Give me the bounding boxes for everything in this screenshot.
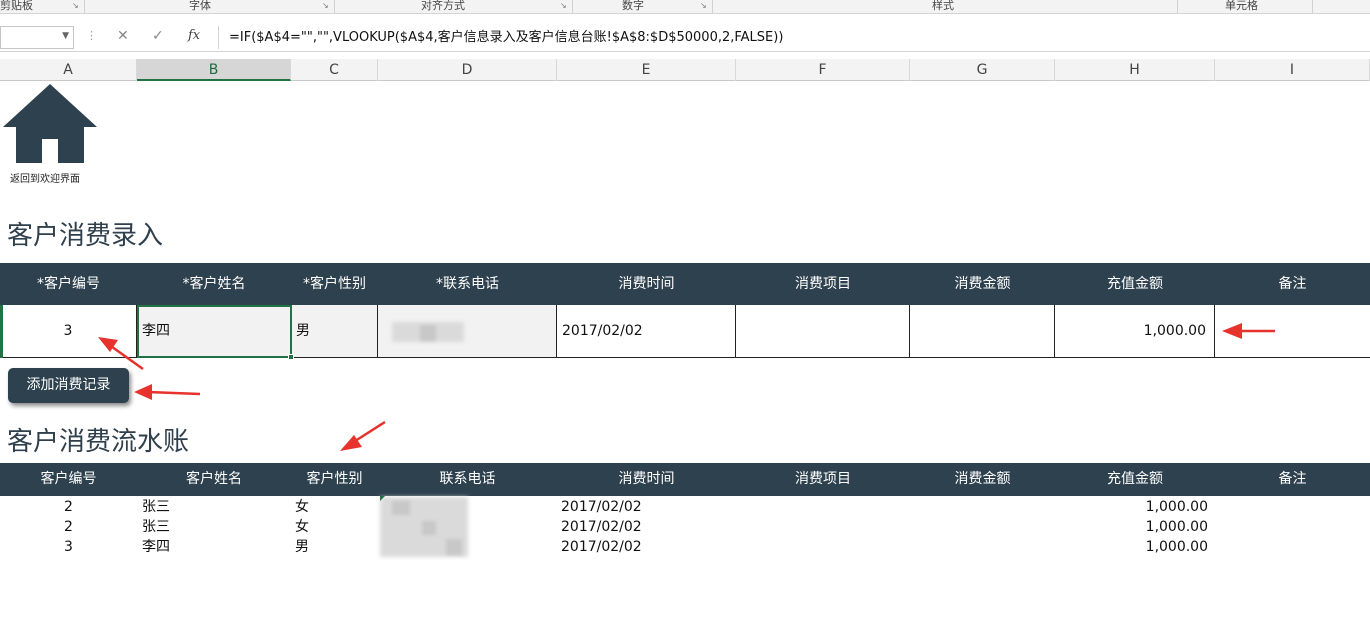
ribbon-group-label: 样式 bbox=[932, 0, 954, 12]
column-headers: A B C D E F G H I bbox=[0, 59, 1370, 81]
table-row: 3 李四 男 2017/02/02 1,000.00 bbox=[0, 537, 1370, 557]
ledger-id-cell[interactable]: 3 bbox=[0, 537, 137, 557]
ribbon-group-clipboard: 剪贴板 ↘ bbox=[0, 0, 85, 13]
ledger-recharge-cell[interactable]: 1,000.00 bbox=[1055, 537, 1208, 557]
worksheet: 返回到欢迎界面 客户消费录入 *客户编号 *客户姓名 *客户性别 *联系电话 消… bbox=[0, 81, 1370, 617]
entry-section-title: 客户消费录入 bbox=[7, 221, 164, 251]
column-header-h[interactable]: H bbox=[1055, 59, 1215, 81]
more-options-icon[interactable]: ⋮ bbox=[86, 29, 97, 42]
ledger-header-cell: 消费时间 bbox=[618, 471, 675, 487]
ribbon-group-label: 对齐方式 bbox=[421, 0, 465, 12]
name-box[interactable]: ▼ bbox=[0, 26, 74, 49]
ledger-time-cell[interactable]: 2017/02/02 bbox=[561, 537, 642, 557]
entry-header-cell: *联系电话 bbox=[436, 276, 499, 292]
entry-gender-cell[interactable]: 男 bbox=[291, 305, 378, 357]
column-header-g[interactable]: G bbox=[910, 59, 1055, 81]
ledger-id-cell[interactable]: 2 bbox=[0, 517, 137, 537]
ledger-name-cell[interactable]: 张三 bbox=[142, 497, 170, 517]
ledger-header-cell: 备注 bbox=[1278, 471, 1307, 487]
ledger-header-cell: 客户性别 bbox=[306, 471, 363, 487]
home-label[interactable]: 返回到欢迎界面 bbox=[10, 170, 80, 185]
ledger-time-cell[interactable]: 2017/02/02 bbox=[561, 517, 642, 537]
ledger-name-cell[interactable]: 李四 bbox=[142, 537, 170, 557]
ribbon-group-font: 字体 ↘ bbox=[85, 0, 335, 13]
ledger-recharge-cell[interactable]: 1,000.00 bbox=[1055, 517, 1208, 537]
formula-input[interactable]: =IF($A$4="","",VLOOKUP($A$4,客户信息录入及客户信息台… bbox=[218, 26, 1370, 49]
entry-header-cell: 备注 bbox=[1278, 276, 1307, 292]
ledger-header-cell: 客户编号 bbox=[40, 471, 97, 487]
ledger-header-row: 客户编号 客户姓名 客户性别 联系电话 消费时间 消费项目 消费金额 充值金额 … bbox=[0, 463, 1370, 496]
fill-handle[interactable] bbox=[288, 354, 294, 360]
phone-redaction bbox=[420, 325, 436, 341]
row-selection-marker bbox=[0, 305, 3, 358]
table-row: 2 张三 女 2017/02/02 1,000.00 bbox=[0, 517, 1370, 537]
formula-bar: ▼ ⋮ ✕ ✓ fx =IF($A$4="","",VLOOKUP($A$4,客… bbox=[0, 24, 1370, 52]
active-cell-border bbox=[137, 305, 292, 358]
ledger-recharge-cell[interactable]: 1,000.00 bbox=[1055, 497, 1208, 517]
column-header-f[interactable]: F bbox=[736, 59, 910, 81]
ledger-section-title: 客户消费流水账 bbox=[7, 427, 190, 457]
ribbon-group-styles: 样式 bbox=[713, 0, 1178, 13]
column-header-a[interactable]: A bbox=[0, 59, 137, 81]
ribbon-group-label: 数字 bbox=[622, 0, 644, 12]
ledger-gender-cell[interactable]: 女 bbox=[295, 497, 309, 517]
ledger-gender-cell[interactable]: 男 bbox=[295, 537, 309, 557]
close-icon[interactable]: ✕ bbox=[117, 28, 129, 44]
ledger-header-cell: 客户姓名 bbox=[186, 471, 242, 487]
dialog-launcher-icon[interactable]: ↘ bbox=[560, 1, 567, 10]
entry-note-cell[interactable] bbox=[1215, 305, 1370, 357]
ribbon-group-label: 字体 bbox=[189, 0, 211, 12]
entry-amount-cell[interactable] bbox=[910, 305, 1055, 357]
entry-header-cell: *客户姓名 bbox=[182, 276, 246, 292]
ledger-gender-cell[interactable]: 女 bbox=[295, 517, 309, 537]
ledger-id-cell[interactable]: 2 bbox=[0, 497, 137, 517]
phone-redaction bbox=[422, 521, 436, 535]
ledger-header-cell: 联系电话 bbox=[439, 471, 496, 487]
column-header-c[interactable]: C bbox=[291, 59, 378, 81]
entry-item-cell[interactable] bbox=[736, 305, 910, 357]
ledger-name-cell[interactable]: 张三 bbox=[142, 517, 170, 537]
ribbon-group-label: 单元格 bbox=[1225, 0, 1258, 12]
ribbon-group-alignment: 对齐方式 ↘ bbox=[335, 0, 573, 13]
dialog-launcher-icon[interactable]: ↘ bbox=[72, 1, 79, 10]
entry-header-row: *客户编号 *客户姓名 *客户性别 *联系电话 消费时间 消费项目 消费金额 充… bbox=[0, 263, 1370, 305]
entry-header-cell: 消费时间 bbox=[618, 276, 675, 292]
entry-header-cell: 充值金额 bbox=[1107, 276, 1163, 292]
add-consumption-button[interactable]: 添加消费记录 bbox=[8, 368, 129, 403]
ledger-time-cell[interactable]: 2017/02/02 bbox=[561, 497, 642, 517]
ribbon: 剪贴板 ↘ 字体 ↘ 对齐方式 ↘ 数字 ↘ 样式 单元格 bbox=[0, 0, 1370, 14]
ledger-header-cell: 消费金额 bbox=[954, 471, 1011, 487]
table-row: 2 张三 女 2017/02/02 1,000.00 bbox=[0, 497, 1370, 517]
ledger-header-cell: 充值金额 bbox=[1107, 471, 1163, 487]
entry-id-cell[interactable]: 3 bbox=[0, 305, 137, 357]
insert-function-button[interactable]: fx bbox=[188, 28, 200, 43]
comment-indicator bbox=[380, 496, 385, 501]
phone-redaction bbox=[446, 539, 462, 555]
chevron-down-icon[interactable]: ▼ bbox=[62, 31, 69, 41]
phone-redaction bbox=[392, 501, 410, 515]
entry-time-cell[interactable]: 2017/02/02 bbox=[557, 305, 736, 357]
entry-header-cell: *客户编号 bbox=[37, 276, 100, 292]
ribbon-group-label: 剪贴板 bbox=[0, 0, 33, 12]
ribbon-group-number: 数字 ↘ bbox=[573, 0, 713, 13]
dialog-launcher-icon[interactable]: ↘ bbox=[700, 1, 707, 10]
entry-recharge-cell[interactable]: 1,000.00 bbox=[1055, 305, 1215, 357]
ledger-header-cell: 消费项目 bbox=[795, 471, 851, 487]
entry-header-cell: *客户性别 bbox=[303, 276, 366, 292]
column-header-d[interactable]: D bbox=[378, 59, 557, 81]
home-icon[interactable] bbox=[3, 83, 97, 165]
ribbon-group-cells: 单元格 bbox=[1178, 0, 1313, 13]
column-header-b[interactable]: B bbox=[137, 59, 291, 81]
column-header-i[interactable]: I bbox=[1215, 59, 1370, 81]
entry-header-cell: 消费金额 bbox=[954, 276, 1011, 292]
dialog-launcher-icon[interactable]: ↘ bbox=[322, 1, 329, 10]
check-icon[interactable]: ✓ bbox=[152, 28, 164, 44]
entry-header-cell: 消费项目 bbox=[795, 276, 851, 292]
column-header-e[interactable]: E bbox=[557, 59, 736, 81]
